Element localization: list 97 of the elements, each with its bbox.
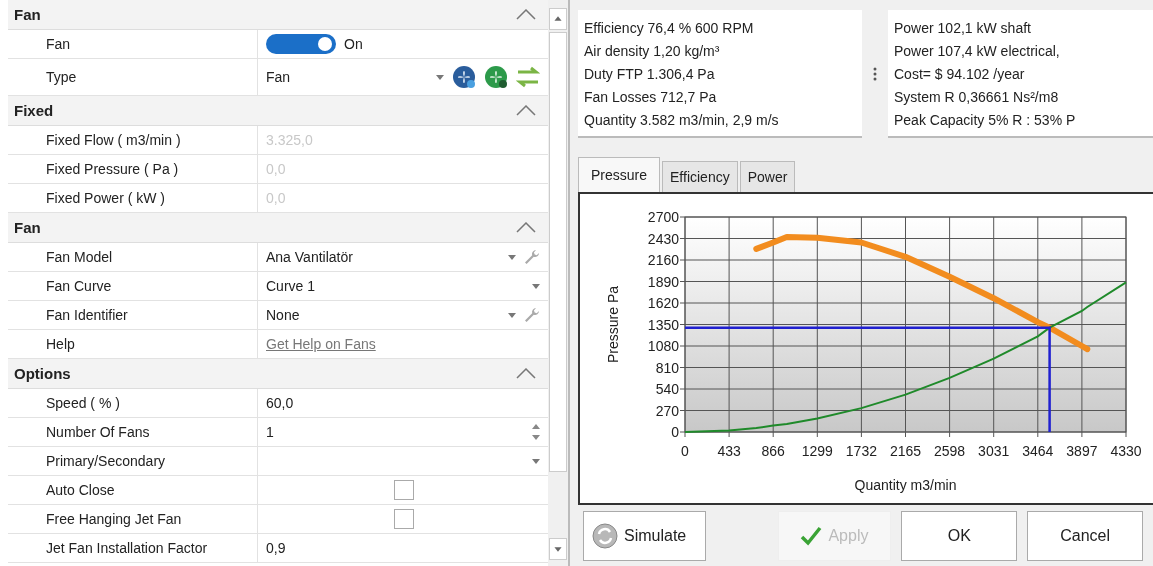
dropdown-caret-icon[interactable]: [508, 254, 516, 260]
collapse-chevron-icon[interactable]: [516, 9, 536, 20]
scroll-down-icon[interactable]: [549, 538, 567, 560]
property-value[interactable]: Curve 1: [266, 278, 316, 294]
result-text: Quantity 3.582 m3/min, 2,9 m/s: [584, 111, 780, 130]
section-header[interactable]: Fan: [8, 213, 548, 243]
result-text: Peak Capacity 5% R : 53% P: [894, 111, 1077, 130]
y-tick-label: 1080: [647, 338, 679, 354]
section-title: Options: [14, 365, 71, 382]
result-text: Air density 1,20 kg/m³: [584, 42, 721, 61]
y-tick-label: 1350: [647, 316, 679, 333]
y-tick-label: 810: [655, 359, 679, 376]
dropdown-caret-icon[interactable]: [508, 312, 516, 318]
x-tick-label: 1299: [801, 443, 833, 459]
x-tick-label: 2165: [889, 443, 922, 459]
fan-icon[interactable]: [484, 65, 508, 89]
property-name: Fixed Power ( kW ): [46, 190, 165, 206]
x-tick-label: 0: [681, 443, 689, 459]
property-name: Free Hanging Jet Fan: [46, 511, 182, 527]
property-name: Fan Identifier: [46, 307, 128, 323]
property-value[interactable]: 60,0: [266, 395, 294, 411]
property-name: Jet Fan Installation Factor: [46, 540, 208, 556]
x-tick-label: 2598: [934, 443, 966, 459]
help-link[interactable]: Get Help on Fans: [266, 336, 376, 352]
result-text: Duty FTP 1.306,4 Pa: [584, 65, 716, 84]
result-text: Power 102,1 kW shaft: [894, 19, 1032, 38]
section-header[interactable]: Options: [8, 359, 548, 389]
property-value[interactable]: 1: [266, 424, 524, 440]
splitter-grip-icon[interactable]: [873, 67, 877, 81]
scroll-thumb[interactable]: [549, 32, 567, 472]
y-tick-label: 0: [671, 424, 679, 440]
fan-icon[interactable]: [452, 65, 476, 89]
y-axis-title: Pressure Pa: [605, 286, 621, 363]
property-value[interactable]: None: [266, 307, 500, 323]
checkbox[interactable]: [394, 509, 414, 529]
disc-icon: [592, 522, 618, 549]
x-tick-label: 3464: [1022, 443, 1054, 459]
collapse-chevron-icon[interactable]: [516, 222, 536, 233]
result-text: Cost= $ 94.102 /year: [894, 65, 1026, 84]
y-tick-label: 2700: [647, 209, 679, 225]
x-tick-label: 1732: [845, 443, 877, 459]
property-name: Number Of Fans: [46, 424, 150, 440]
dropdown-caret-icon[interactable]: [532, 283, 540, 289]
chart-tab[interactable]: Efficiency: [662, 161, 738, 192]
scroll-up-icon[interactable]: [549, 8, 567, 30]
swap-arrows-icon[interactable]: [516, 66, 540, 88]
wrench-icon[interactable]: [524, 307, 540, 323]
spinner-arrows-icon[interactable]: [532, 423, 540, 441]
property-name: Auto Close: [46, 482, 115, 498]
x-axis-title: Quantity m3/min: [854, 477, 957, 493]
result-text: System R 0,36661 Ns²/m8: [894, 88, 1060, 107]
wrench-icon[interactable]: [524, 249, 540, 265]
property-name: Fixed Flow ( m3/min ): [46, 132, 181, 148]
x-tick-label: 4330: [1110, 443, 1142, 459]
property-name: Fan Model: [46, 249, 113, 265]
x-tick-label: 3897: [1066, 443, 1098, 459]
y-tick-label: 270: [655, 402, 679, 419]
y-tick-label: 2160: [647, 252, 679, 268]
simulate-button[interactable]: Simulate: [583, 510, 706, 561]
dropdown-caret-icon[interactable]: [532, 458, 540, 464]
collapse-chevron-icon[interactable]: [516, 105, 536, 116]
x-tick-label: 866: [761, 443, 785, 459]
dialog-button[interactable]: Cancel: [1027, 510, 1143, 561]
x-tick-label: 433: [717, 443, 741, 459]
property-name: Fan Curve: [46, 278, 112, 294]
dialog-button[interactable]: OK: [901, 510, 1018, 561]
chart-tab[interactable]: Power: [739, 161, 796, 192]
property-value[interactable]: Ana Vantilatör: [266, 249, 500, 265]
property-name: Help: [46, 336, 75, 352]
y-tick-label: 2430: [647, 230, 679, 247]
property-name: Fixed Pressure ( Pa ): [46, 161, 179, 177]
section-header[interactable]: Fixed: [8, 96, 548, 126]
section-title: Fan: [14, 219, 41, 236]
result-text: Efficiency 76,4 % 600 RPM: [584, 19, 755, 38]
toggle-label: On: [344, 36, 363, 52]
type-value[interactable]: Fan: [266, 69, 428, 85]
property-name: Primary/Secondary: [46, 453, 166, 469]
chart-tab[interactable]: Pressure: [578, 157, 661, 192]
result-text: Power 107,4 kW electrical,: [894, 42, 1061, 61]
property-name: Fan: [46, 36, 71, 52]
property-value[interactable]: 0,9: [266, 540, 286, 556]
section-title: Fixed: [14, 102, 54, 119]
section-header[interactable]: Fan: [8, 0, 548, 30]
dropdown-caret-icon[interactable]: [436, 74, 444, 80]
section-title: Fan: [14, 6, 41, 23]
scrollbar[interactable]: [548, 0, 568, 566]
y-tick-label: 1890: [647, 273, 679, 290]
property-name: Type: [46, 69, 77, 85]
y-tick-label: 540: [655, 381, 679, 397]
y-tick-label: 1620: [647, 295, 679, 311]
property-name: Speed ( % ): [46, 395, 120, 411]
checkmark-icon: [800, 525, 823, 546]
collapse-chevron-icon[interactable]: [516, 368, 536, 379]
toggle-switch[interactable]: [266, 34, 336, 54]
checkbox[interactable]: [394, 480, 414, 500]
result-text: Fan Losses 712,7 Pa: [584, 88, 718, 107]
x-tick-label: 3031: [978, 443, 1010, 459]
